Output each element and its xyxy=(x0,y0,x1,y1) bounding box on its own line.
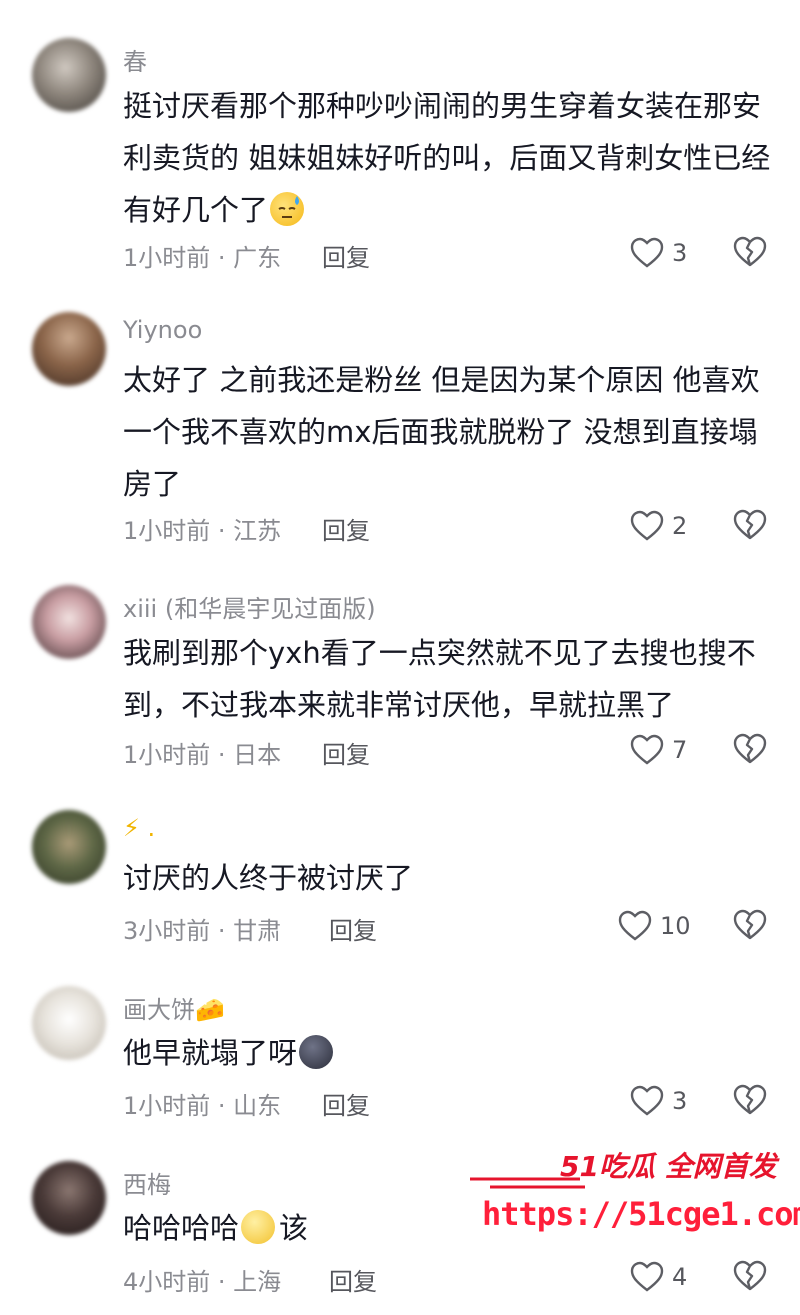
avatar[interactable] xyxy=(32,38,106,112)
comment-username[interactable]: 春 xyxy=(123,42,147,77)
comment-username[interactable]: 西梅 xyxy=(123,1165,171,1200)
like-count: 10 xyxy=(660,912,691,940)
comment-username[interactable]: 画大饼🧀 xyxy=(123,990,225,1025)
like-count: 3 xyxy=(672,239,688,267)
comment-username[interactable]: ⚡ . xyxy=(123,814,155,842)
comment-text-content: 哈哈哈哈 xyxy=(123,1211,240,1245)
comment-time-location: 4小时前 · 上海 xyxy=(123,1268,282,1296)
like-count: 7 xyxy=(672,736,688,764)
heart-icon xyxy=(630,1085,664,1116)
reply-button[interactable]: 回复 xyxy=(322,511,370,546)
like-count: 2 xyxy=(672,512,688,540)
broken-heart-icon[interactable] xyxy=(733,1084,767,1116)
heart-icon xyxy=(618,910,652,941)
like-button[interactable]: 10 xyxy=(618,909,691,943)
like-button[interactable]: 3 xyxy=(630,1084,687,1118)
like-button[interactable]: 4 xyxy=(630,1260,687,1294)
heart-icon xyxy=(630,510,664,541)
sweat-smile-emoji xyxy=(270,192,305,226)
comment-text: 讨厌的人终于被讨厌了 xyxy=(123,861,414,895)
pleading-face-emoji xyxy=(241,1210,276,1244)
avatar[interactable] xyxy=(32,585,106,659)
comment-time-location: 3小时前 · 甘肃 xyxy=(123,917,282,945)
broken-heart-icon[interactable] xyxy=(733,733,767,765)
comment-text: 我刷到那个yxh看了一点突然就不见了去搜也搜不到，不过我本来就非常讨厌他，早就拉… xyxy=(123,636,756,722)
reply-button[interactable]: 回复 xyxy=(322,735,370,770)
reply-button[interactable]: 回复 xyxy=(329,1262,377,1297)
watermark: 51吃瓜 全网首发 https://51cge1.com xyxy=(470,1145,800,1245)
broken-heart-icon[interactable] xyxy=(733,909,767,941)
new-moon-face-emoji xyxy=(299,1035,334,1069)
broken-heart-icon[interactable] xyxy=(733,1260,767,1292)
broken-heart-icon[interactable] xyxy=(733,236,767,268)
reply-button[interactable]: 回复 xyxy=(329,911,377,946)
like-button[interactable]: 7 xyxy=(630,733,687,767)
comment-text: 他早就塌了呀 xyxy=(123,1027,773,1079)
comment-text: 挺讨厌看那个那种吵吵闹闹的男生穿着女装在那安利卖货的 姐妹姐妹好听的叫，后面又背… xyxy=(123,80,773,236)
comment-text-content: 他早就塌了呀 xyxy=(123,1036,298,1070)
like-count: 3 xyxy=(672,1087,688,1115)
avatar[interactable] xyxy=(32,1161,106,1235)
broken-heart-icon[interactable] xyxy=(733,509,767,541)
reply-button[interactable]: 回复 xyxy=(322,1086,370,1121)
like-button[interactable]: 2 xyxy=(630,509,687,543)
like-count: 4 xyxy=(672,1263,688,1291)
comment-username[interactable]: xiii (和华晨宇见过面版) xyxy=(123,589,376,624)
heart-icon xyxy=(630,1261,664,1292)
comment-text: 太好了 之前我还是粉丝 但是因为某个原因 他喜欢一个我不喜欢的mx后面我就脱粉了… xyxy=(123,363,760,501)
comment-time-location: 1小时前 · 广东 xyxy=(123,244,282,272)
comment-time-location: 1小时前 · 日本 xyxy=(123,741,282,769)
comment-time-location: 1小时前 · 江苏 xyxy=(123,517,282,545)
avatar[interactable] xyxy=(32,810,106,884)
heart-icon xyxy=(630,734,664,765)
avatar[interactable] xyxy=(32,312,106,386)
watermark-url: https://51cge1.com xyxy=(482,1195,800,1233)
like-button[interactable]: 3 xyxy=(630,236,687,270)
watermark-brand: 51吃瓜 全网首发 xyxy=(560,1150,777,1183)
comment-username[interactable]: Yiynoo xyxy=(123,316,202,344)
comment-text-content: 挺讨厌看那个那种吵吵闹闹的男生穿着女装在那安利卖货的 姐妹姐妹好听的叫，后面又背… xyxy=(123,89,771,227)
comment-time-location: 1小时前 · 山东 xyxy=(123,1092,282,1120)
heart-icon xyxy=(630,237,664,268)
comment-text-suffix: 该 xyxy=(279,1211,309,1245)
reply-button[interactable]: 回复 xyxy=(322,238,370,273)
avatar[interactable] xyxy=(32,986,106,1060)
